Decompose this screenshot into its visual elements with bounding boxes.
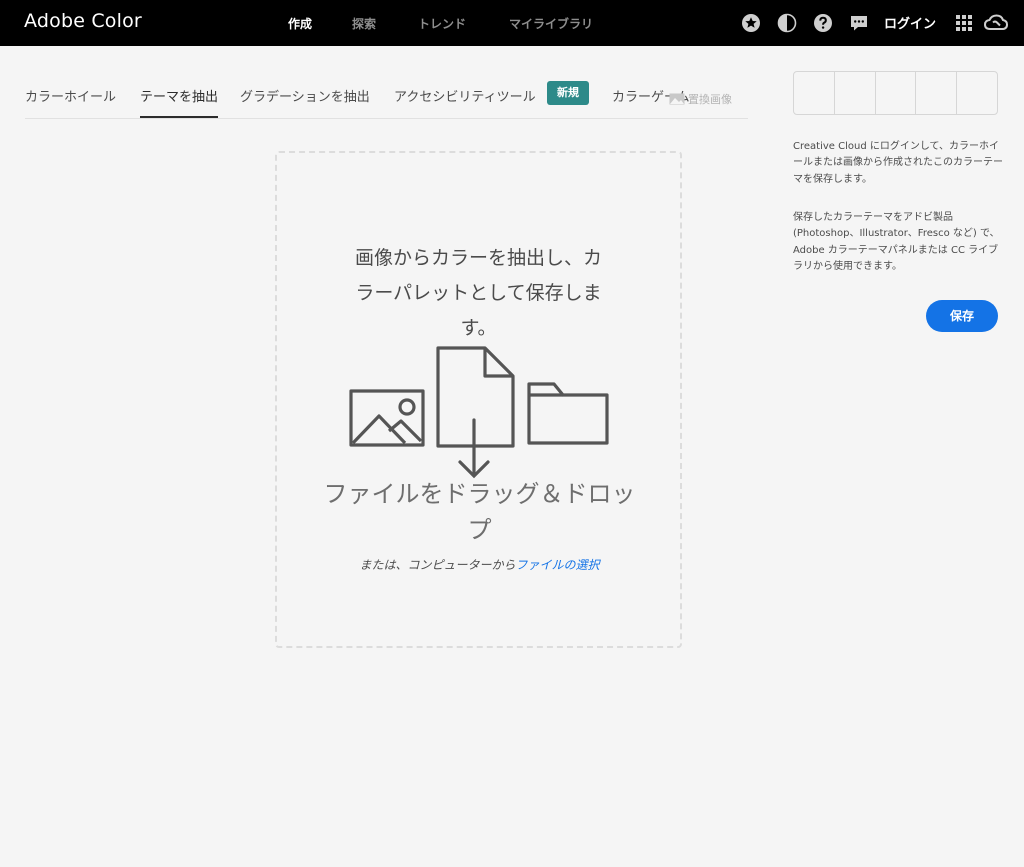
color-swatch-strip [793, 71, 998, 115]
nav-trends[interactable]: トレンド [418, 15, 466, 32]
login-button[interactable]: ログイン [884, 13, 936, 32]
tab-bar: カラーホイール テーマを抽出 グラデーションを抽出 アクセシビリティツール 新規… [25, 76, 748, 119]
login-info-text: Creative Cloud にログインして、カラーホイールまたは画像から作成さ… [793, 141, 1003, 185]
file-upload-illustration [349, 346, 609, 479]
choose-file-link[interactable]: ファイルの選択 [516, 558, 600, 572]
feedback-icon[interactable] [849, 13, 869, 33]
nav-my-library[interactable]: マイライブラリ [509, 15, 593, 32]
creative-cloud-icon[interactable] [984, 13, 1008, 33]
save-button[interactable]: 保存 [926, 300, 998, 332]
color-swatch[interactable] [916, 72, 958, 114]
tab-color-wheel[interactable]: カラーホイール [25, 86, 116, 105]
color-swatch[interactable] [876, 72, 917, 114]
dropzone-subtext: または、コンピューターからファイルの選択 [297, 556, 662, 573]
apps-grid-icon[interactable] [954, 13, 974, 33]
color-swatch[interactable] [835, 72, 876, 114]
star-icon[interactable] [741, 13, 761, 33]
new-badge: 新規 [547, 81, 589, 105]
top-bar: Adobe Color 作成 探索 トレンド マイライブラリ ログイン [0, 0, 1024, 46]
active-tab-indicator [140, 116, 218, 118]
replace-image-button[interactable]: 置換画像 [669, 91, 732, 107]
image-icon [669, 93, 685, 105]
dropzone-headline: 画像からカラーを抽出し、カラーパレットとして保存します。 [354, 247, 602, 339]
tab-extract-theme[interactable]: テーマを抽出 [140, 86, 218, 105]
help-icon[interactable] [813, 13, 833, 33]
color-swatch[interactable] [794, 72, 835, 114]
library-info-text: 保存したカラーテーマをアドビ製品 (Photoshop、Illustrator、… [793, 212, 1000, 272]
replace-image-label: 置換画像 [688, 93, 732, 106]
dropzone-subtext-label: または、コンピューターから [359, 558, 516, 572]
brand-logo[interactable]: Adobe Color [24, 10, 142, 32]
image-drop-zone[interactable]: 画像からカラーを抽出し、カラーパレットとして保存します。 ファイルをドラッグ＆ド… [275, 151, 682, 648]
nav-explore[interactable]: 探索 [352, 15, 376, 32]
nav-create[interactable]: 作成 [288, 15, 312, 32]
contrast-icon[interactable] [777, 13, 797, 33]
drag-drop-text: ファイルをドラッグ＆ドロップ [323, 480, 636, 544]
tab-extract-gradient[interactable]: グラデーションを抽出 [240, 86, 370, 105]
color-swatch[interactable] [957, 72, 997, 114]
tab-accessibility-tools[interactable]: アクセシビリティツール [394, 86, 536, 105]
